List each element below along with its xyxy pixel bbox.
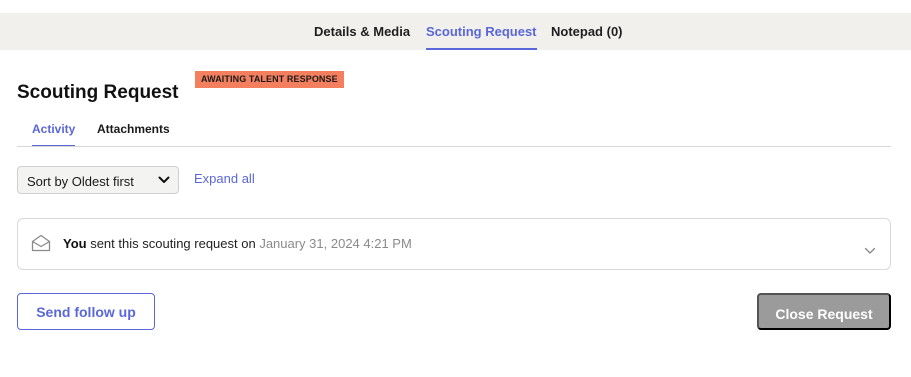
top-spacer xyxy=(0,0,911,13)
subtab-divider xyxy=(17,146,891,147)
page-title: Scouting Request xyxy=(17,81,179,103)
subtab-activity[interactable]: Activity xyxy=(32,116,76,147)
tab-notepad[interactable]: Notepad (0) xyxy=(551,13,623,50)
sort-dropdown[interactable]: Sort by Oldest first xyxy=(17,166,179,194)
activity-item[interactable]: You sent this scouting request on Januar… xyxy=(17,218,891,270)
activity-message: You sent this scouting request on Januar… xyxy=(63,236,412,251)
expand-all-link[interactable]: Expand all xyxy=(194,171,255,186)
activity-action: sent this scouting request on xyxy=(86,236,260,251)
chevron-down-icon xyxy=(158,176,170,183)
subtab-attachments[interactable]: Attachments xyxy=(97,116,170,147)
close-request-button[interactable]: Close Request xyxy=(757,293,891,330)
status-badge: AWAITING TALENT RESPONSE xyxy=(195,71,344,88)
envelope-open-icon xyxy=(31,234,51,252)
sort-dropdown-label: Sort by Oldest first xyxy=(27,174,134,189)
send-follow-up-button[interactable]: Send follow up xyxy=(17,293,155,330)
activity-timestamp: January 31, 2024 4:21 PM xyxy=(259,236,412,251)
top-tab-bar: Details & Media Scouting Request Notepad… xyxy=(0,13,911,50)
chevron-down-icon[interactable] xyxy=(864,247,876,255)
tab-details-media[interactable]: Details & Media xyxy=(314,13,410,50)
tab-scouting-request[interactable]: Scouting Request xyxy=(426,13,537,50)
activity-actor: You xyxy=(63,236,87,251)
